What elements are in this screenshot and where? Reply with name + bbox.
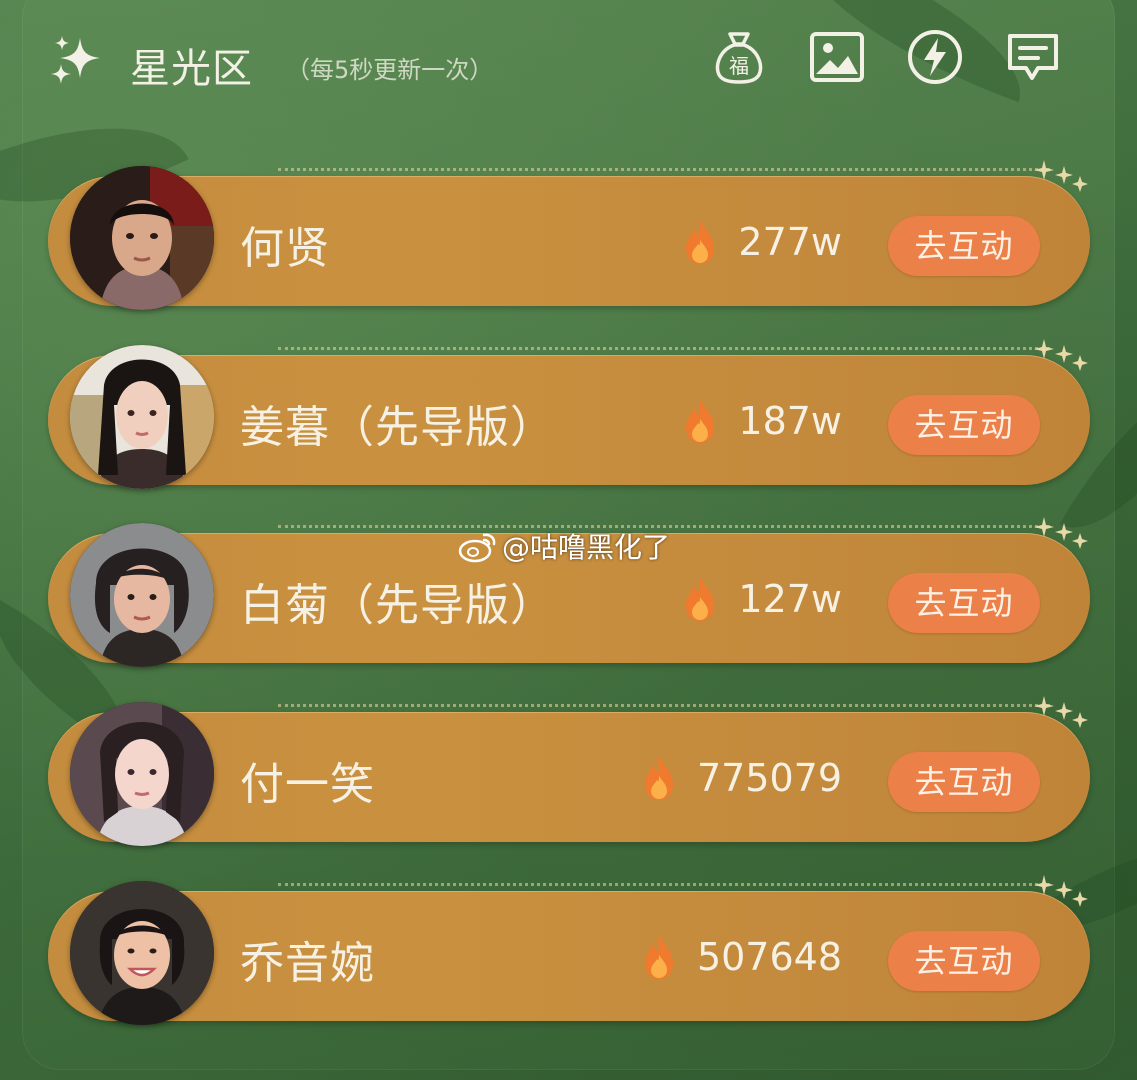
character-card[interactable]: 乔音婉 507648 去互动	[48, 875, 1090, 1025]
character-name: 姜暮（先导版）	[240, 402, 555, 453]
sparkle-stars-icon	[1034, 160, 1088, 192]
weibo-icon	[458, 533, 496, 563]
header: 星光区 （每5秒更新一次） 福	[50, 28, 1070, 98]
heat-indicator: 507648	[641, 931, 842, 983]
heat-value: 775079	[696, 756, 842, 800]
avatar[interactable]	[70, 702, 214, 846]
avatar[interactable]	[70, 881, 214, 1025]
interact-button[interactable]: 去互动	[888, 216, 1040, 276]
heat-value: 507648	[696, 935, 842, 979]
avatar[interactable]	[70, 166, 214, 310]
update-frequency-note: （每5秒更新一次）	[286, 56, 494, 84]
character-name: 何贤	[240, 223, 330, 274]
sparkle-stars-icon	[1034, 517, 1088, 549]
fortune-bag-label: 福	[729, 54, 749, 78]
interact-button[interactable]: 去互动	[888, 395, 1040, 455]
avatar[interactable]	[70, 523, 214, 667]
heat-value: 187w	[738, 399, 842, 443]
flame-icon	[686, 220, 715, 264]
image-icon[interactable]	[808, 28, 866, 86]
sparkle-stars-icon	[1034, 875, 1088, 907]
flame-icon	[686, 399, 715, 443]
heat-indicator: 127w	[682, 573, 842, 625]
heat-indicator: 277w	[682, 216, 842, 268]
fortune-bag-icon[interactable]: 福	[710, 28, 768, 86]
avatar-image	[70, 881, 214, 1025]
flame-icon	[644, 935, 673, 979]
watermark: @咕噜黑化了	[458, 526, 670, 566]
flame-icon	[644, 756, 673, 800]
heat-value: 127w	[738, 577, 842, 621]
watermark-text: @咕噜黑化了	[502, 531, 671, 564]
sparkle-stars-icon	[1034, 339, 1088, 371]
avatar-image	[70, 523, 214, 667]
character-name: 白菊（先导版）	[240, 580, 555, 631]
character-card[interactable]: 付一笑 775079 去互动	[48, 696, 1090, 846]
heat-indicator: 775079	[641, 752, 842, 804]
avatar-image	[70, 345, 214, 489]
heat-value: 277w	[738, 220, 842, 264]
star-zone-panel: 星光区 （每5秒更新一次） 福 何贤 277w 去互动 姜暮（先导版） 187w…	[0, 0, 1137, 1080]
sparkle-stars-icon	[1034, 696, 1088, 728]
interact-button[interactable]: 去互动	[888, 573, 1040, 633]
character-name: 乔音婉	[240, 938, 375, 989]
message-icon[interactable]	[1004, 28, 1062, 86]
character-card[interactable]: 姜暮（先导版） 187w 去互动	[48, 339, 1090, 489]
character-card[interactable]: 何贤 277w 去互动	[48, 160, 1090, 310]
avatar-image	[70, 702, 214, 846]
heat-indicator: 187w	[682, 395, 842, 447]
sparkle-icon	[51, 36, 100, 84]
avatar[interactable]	[70, 345, 214, 489]
lightning-icon[interactable]	[906, 28, 964, 86]
avatar-image	[70, 166, 214, 310]
flame-icon	[686, 577, 715, 621]
character-name: 付一笑	[240, 759, 375, 810]
interact-button[interactable]: 去互动	[888, 752, 1040, 812]
interact-button[interactable]: 去互动	[888, 931, 1040, 991]
page-title: 星光区	[130, 46, 253, 92]
